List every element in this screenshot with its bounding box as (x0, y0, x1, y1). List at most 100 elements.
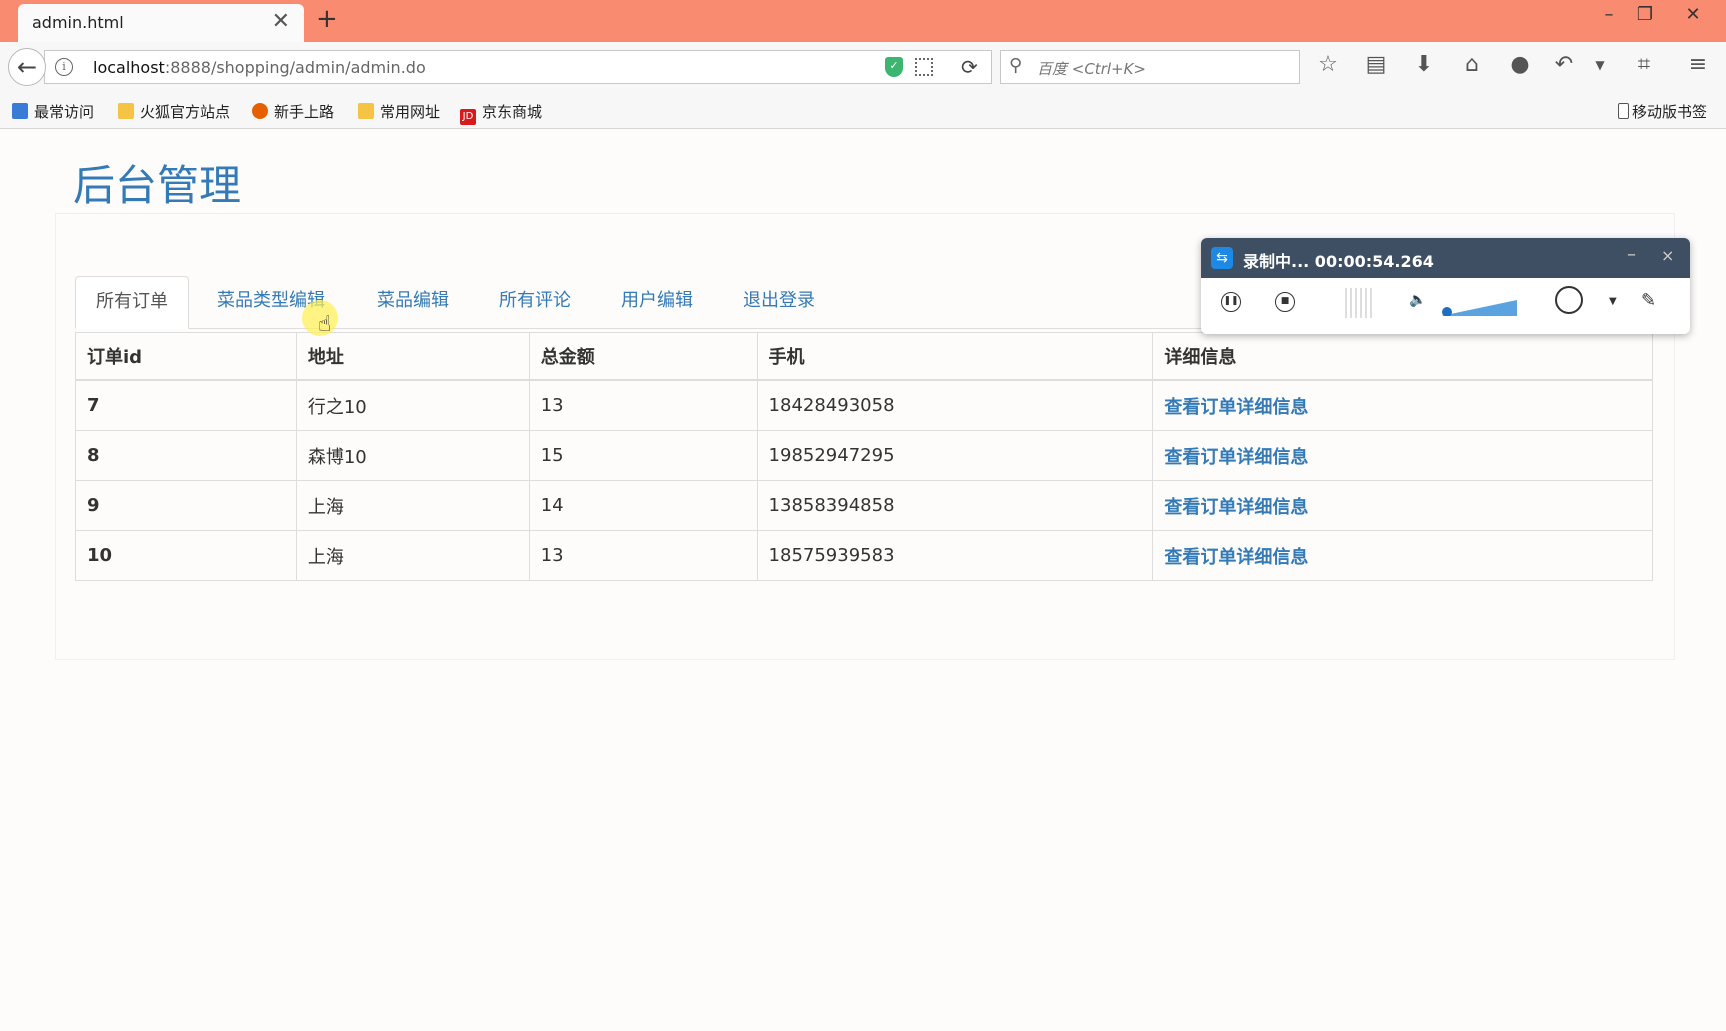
volume-slider[interactable] (1441, 300, 1517, 316)
recorder-minimize-button[interactable]: – (1627, 244, 1636, 265)
minimize-window-icon[interactable]: – (1594, 4, 1624, 25)
recorder-close-button[interactable]: × (1661, 246, 1674, 265)
browser-titlebar: admin.html ✕ + – ❐ ✕ (0, 0, 1726, 42)
order-total: 15 (528, 430, 758, 481)
url-host: localhost (93, 58, 165, 77)
bookmark-label: 京东商城 (482, 103, 543, 121)
order-address: 森博10 (295, 430, 530, 481)
bookmark-most-visited[interactable]: 最常访问 (12, 101, 94, 122)
order-detail-link[interactable]: 查看订单详细信息 (1164, 447, 1308, 468)
column-header: 详细信息 (1152, 332, 1653, 381)
webcam-dropdown-icon[interactable]: ▼ (1609, 296, 1617, 307)
pen-icon[interactable]: ✎ (1641, 290, 1656, 311)
search-icon: ⚲ (1009, 55, 1023, 76)
most-visited-icon (12, 103, 28, 119)
table-row: 9 上海 14 13858394858 查看订单详细信息 (75, 480, 1653, 531)
order-detail-cell: 查看订单详细信息 (1152, 530, 1653, 581)
volume-slider-thumb[interactable] (1442, 307, 1452, 316)
order-id: 7 (75, 379, 297, 431)
table-row: 10 上海 13 18575939583 查看订单详细信息 (75, 530, 1653, 581)
new-tab-button[interactable]: + (316, 4, 338, 34)
bookmarks-bar: 最常访问 火狐官方站点 新手上路 常用网址 JD 京东商城 移动版书签 (0, 94, 1726, 129)
tab-all-orders[interactable]: 所有订单 (75, 276, 189, 329)
order-total: 13 (528, 379, 758, 431)
home-icon[interactable]: ⌂ (1458, 52, 1486, 77)
undo-icon[interactable]: ↶ (1550, 52, 1578, 77)
bookmark-firefox-site[interactable]: 火狐官方站点 (118, 101, 230, 122)
url-path: :8888/shopping/admin/admin.do (164, 58, 426, 77)
download-icon[interactable]: ⬇ (1410, 52, 1438, 77)
bookmark-jd[interactable]: JD 京东商城 (460, 101, 542, 125)
screen-area-icon[interactable] (1345, 288, 1375, 318)
recorder-header[interactable]: ⇆ 录制中... 00:00:54.264 – × (1201, 238, 1690, 278)
restore-window-icon[interactable]: ❐ (1630, 4, 1660, 25)
tab-dish-edit[interactable]: 菜品编辑 (357, 276, 469, 328)
order-detail-link[interactable]: 查看订单详细信息 (1164, 497, 1308, 518)
table-row: 8 森博10 15 19852947295 查看订单详细信息 (75, 430, 1653, 481)
url-bar[interactable]: i localhost:8888/shopping/admin/admin.do… (44, 50, 992, 84)
screenshot-icon[interactable]: ⌗ (1630, 52, 1658, 77)
table-header-row: 订单id 地址 总金额 手机 详细信息 (75, 332, 1653, 381)
reading-list-icon[interactable]: ▤ (1362, 52, 1390, 77)
table-row: 7 行之10 13 18428493058 查看订单详细信息 (75, 379, 1653, 431)
bookmark-label: 最常访问 (34, 103, 95, 121)
recorder-logo-icon: ⇆ (1211, 247, 1233, 269)
mobile-icon (1618, 103, 1629, 119)
hand-cursor-icon: ☝ (318, 312, 332, 337)
order-id: 10 (75, 530, 297, 581)
tab-user-edit[interactable]: 用户编辑 (601, 276, 713, 328)
menu-icon[interactable]: ≡ (1684, 52, 1712, 77)
jd-icon: JD (460, 109, 476, 125)
browser-navbar: i localhost:8888/shopping/admin/admin.do… (0, 42, 1726, 94)
history-dropdown-icon[interactable]: ▼ (1586, 58, 1614, 72)
order-phone: 18428493058 (756, 379, 1154, 431)
tab-close-icon[interactable]: ✕ (272, 9, 290, 34)
tab-logout[interactable]: 退出登录 (723, 276, 835, 328)
recorder-status: 录制中... 00:00:54.264 (1243, 252, 1434, 271)
pause-icon[interactable]: ❚❚ (1221, 292, 1241, 312)
bookmark-getting-started[interactable]: 新手上路 (252, 101, 334, 122)
screen-recorder-widget[interactable]: ⇆ 录制中... 00:00:54.264 – × ❚❚ ■ 🔈 ▼ ✎ (1201, 238, 1690, 334)
mobile-bookmarks[interactable]: 移动版书签 (1618, 101, 1707, 122)
bookmark-common-urls[interactable]: 常用网址 (358, 101, 440, 122)
bookmark-label: 新手上路 (274, 103, 335, 121)
stop-icon[interactable]: ■ (1275, 292, 1295, 312)
order-phone: 13858394858 (756, 480, 1154, 531)
shield-icon[interactable]: ✓ (885, 57, 903, 77)
star-bookmark-icon[interactable]: ☆ (1314, 52, 1342, 77)
column-header: 地址 (295, 332, 530, 381)
order-id: 9 (75, 480, 297, 531)
qr-code-icon[interactable] (915, 58, 933, 76)
chat-icon[interactable]: ● (1506, 52, 1534, 77)
column-header: 订单id (75, 332, 297, 381)
order-detail-link[interactable]: 查看订单详细信息 (1164, 397, 1308, 418)
column-header: 手机 (756, 332, 1154, 381)
order-detail-cell: 查看订单详细信息 (1152, 430, 1653, 481)
bookmark-label: 火狐官方站点 (140, 103, 231, 121)
back-button[interactable]: ← (8, 48, 46, 86)
search-input[interactable]: ⚲ 百度 <Ctrl+K> (1000, 50, 1300, 84)
order-id: 8 (75, 430, 297, 481)
order-address: 上海 (295, 530, 530, 581)
order-detail-link[interactable]: 查看订单详细信息 (1164, 547, 1308, 568)
tab-all-comments[interactable]: 所有评论 (479, 276, 591, 328)
order-total: 14 (528, 480, 758, 531)
url-text[interactable]: localhost:8888/shopping/admin/admin.do (93, 58, 426, 77)
column-header: 总金额 (528, 332, 758, 381)
page-title: 后台管理 (73, 161, 242, 210)
order-detail-cell: 查看订单详细信息 (1152, 379, 1653, 431)
close-window-icon[interactable]: ✕ (1678, 4, 1708, 25)
bookmark-label: 移动版书签 (1632, 103, 1708, 121)
folder-icon (358, 103, 374, 119)
order-address: 行之10 (295, 379, 530, 431)
webcam-icon[interactable] (1555, 286, 1583, 314)
tab-title: admin.html (32, 13, 124, 32)
browser-tab[interactable]: admin.html ✕ (18, 4, 304, 42)
info-icon[interactable]: i (55, 58, 73, 76)
speaker-mute-icon[interactable]: 🔈 (1409, 292, 1426, 308)
order-address: 上海 (295, 480, 530, 531)
bookmark-label: 常用网址 (380, 103, 441, 121)
orders-table: 订单id 地址 总金额 手机 详细信息 7 行之10 13 1842849305… (75, 332, 1653, 581)
firefox-icon (252, 103, 268, 119)
reload-icon[interactable]: ⟳ (961, 55, 978, 79)
